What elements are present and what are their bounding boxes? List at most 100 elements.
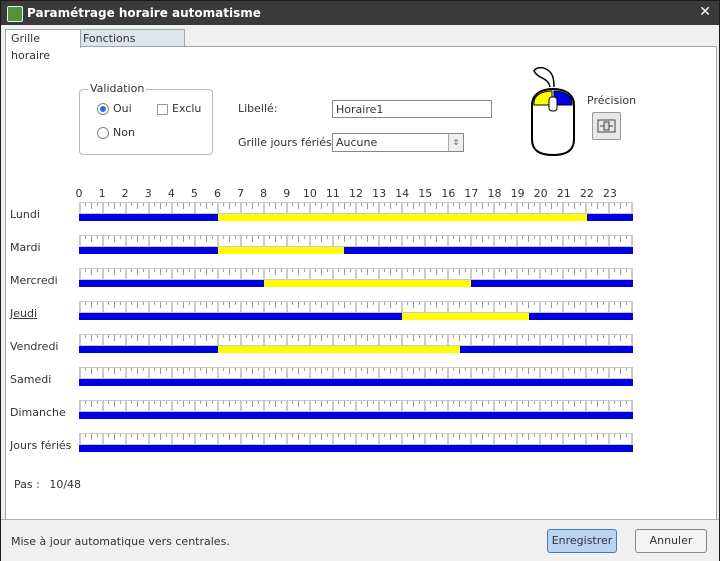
day-label: Jours fériés — [10, 439, 72, 452]
time-ruler[interactable] — [79, 301, 633, 313]
validation-group — [79, 89, 213, 155]
hour-label: 16 — [441, 187, 456, 200]
schedule-bar[interactable] — [79, 412, 633, 419]
window-title: Paramétrage horaire automatisme — [27, 6, 261, 20]
time-ruler[interactable] — [79, 202, 633, 214]
time-ruler[interactable] — [79, 268, 633, 280]
schedule-bar[interactable] — [79, 313, 633, 320]
tab-grille-horaire[interactable]: Grille horaire — [5, 29, 81, 62]
oui-label: Oui — [113, 102, 132, 115]
hour-label: 18 — [487, 187, 502, 200]
precision-button[interactable] — [592, 112, 621, 140]
day-label: Vendredi — [10, 340, 59, 353]
time-ruler[interactable] — [79, 334, 633, 346]
schedule-bar[interactable] — [79, 247, 633, 254]
day-label: Mardi — [10, 241, 41, 254]
footer-bar: Mise à jour automatique vers centrales. … — [1, 519, 719, 561]
ruler-ticks — [79, 203, 633, 213]
hour-label: 4 — [167, 187, 175, 200]
hour-label: 19 — [510, 187, 525, 200]
hour-label: 10 — [302, 187, 317, 200]
hour-label: 13 — [372, 187, 387, 200]
schedule-row[interactable] — [79, 334, 633, 354]
ruler-ticks — [79, 302, 633, 312]
schedule-row[interactable] — [79, 235, 633, 255]
hour-label: 23 — [602, 187, 617, 200]
ruler-ticks — [79, 335, 633, 345]
dialog-window: Paramétrage horaire automatisme ✕ Grille… — [0, 0, 720, 561]
grille-feries-value: Aucune — [336, 136, 378, 149]
hour-label: 5 — [190, 187, 198, 200]
libelle-input[interactable]: Horaire1 — [332, 100, 492, 118]
time-ruler[interactable] — [79, 433, 633, 445]
hour-label: 17 — [464, 187, 479, 200]
schedule-row[interactable] — [79, 433, 633, 453]
schedule-row[interactable] — [79, 400, 633, 420]
ruler-ticks — [79, 269, 633, 279]
grille-feries-select[interactable]: Aucune ⇳ — [332, 133, 464, 152]
hour-label: 6 — [214, 187, 221, 200]
schedule-bar[interactable] — [79, 379, 633, 386]
hour-label: 14 — [395, 187, 410, 200]
day-label: Dimanche — [10, 406, 66, 419]
hour-label: 20 — [533, 187, 548, 200]
tab-fonctions-avancees[interactable]: Fonctions avancées — [77, 29, 185, 62]
libelle-label: Libellé: — [238, 102, 278, 115]
schedule-row[interactable] — [79, 301, 633, 321]
oui-radio[interactable] — [97, 103, 109, 115]
hour-label: 22 — [579, 187, 594, 200]
pas-value: 10/48 — [49, 478, 82, 491]
hour-label: 9 — [283, 187, 291, 200]
schedule-bar[interactable] — [79, 445, 633, 452]
hour-label: 8 — [260, 187, 268, 200]
time-ruler[interactable] — [79, 367, 633, 379]
time-ruler[interactable] — [79, 235, 633, 247]
hour-label: 15 — [418, 187, 433, 200]
app-icon — [7, 6, 23, 22]
hour-label: 11 — [325, 187, 340, 200]
precision-slider-icon — [597, 119, 616, 133]
close-icon[interactable]: ✕ — [699, 4, 711, 20]
active-time-segment[interactable] — [402, 313, 530, 320]
day-label: Lundi — [10, 208, 40, 221]
grille-feries-label: Grille jours fériés: — [238, 136, 336, 149]
spinner-icon[interactable]: ⇳ — [448, 134, 463, 151]
day-label: Mercredi — [10, 274, 58, 287]
schedule-bar[interactable] — [79, 214, 633, 221]
schedule-row[interactable] — [79, 202, 633, 222]
active-time-segment[interactable] — [217, 214, 587, 221]
schedule-row[interactable] — [79, 367, 633, 387]
status-text: Mise à jour automatique vers centrales. — [11, 535, 230, 548]
mouse-icon — [531, 67, 575, 157]
active-time-segment[interactable] — [217, 247, 345, 254]
active-time-segment[interactable] — [263, 280, 472, 287]
day-label: Samedi — [10, 373, 52, 386]
schedule-bar[interactable] — [79, 280, 633, 287]
validation-legend: Validation — [88, 82, 147, 95]
hour-label: 7 — [237, 187, 245, 200]
non-radio[interactable] — [97, 127, 109, 139]
hour-label: 21 — [556, 187, 571, 200]
day-label: Jeudi — [10, 307, 38, 320]
exclu-label: Exclu — [172, 102, 202, 115]
pas-readout: Pas : 10/48 — [14, 478, 81, 491]
ruler-ticks — [79, 434, 633, 444]
title-bar: Paramétrage horaire automatisme ✕ — [1, 1, 719, 25]
cancel-button[interactable]: Annuler — [635, 529, 707, 553]
non-label: Non — [113, 126, 135, 139]
schedule-row[interactable] — [79, 268, 633, 288]
active-time-segment[interactable] — [217, 346, 460, 353]
ruler-ticks — [79, 368, 633, 378]
ruler-ticks — [79, 401, 633, 411]
precision-label: Précision — [587, 94, 637, 107]
tab-panel: Validation Oui Exclu Non Libellé: Horair… — [5, 46, 717, 520]
time-ruler[interactable] — [79, 400, 633, 412]
hour-label: 1 — [98, 187, 106, 200]
ruler-ticks — [79, 236, 633, 246]
exclu-checkbox[interactable] — [157, 104, 168, 115]
save-button[interactable]: Enregistrer — [547, 529, 617, 553]
pas-label: Pas : — [14, 478, 40, 491]
schedule-bar[interactable] — [79, 346, 633, 353]
hour-label: 12 — [349, 187, 363, 200]
hour-label: 2 — [121, 187, 129, 200]
